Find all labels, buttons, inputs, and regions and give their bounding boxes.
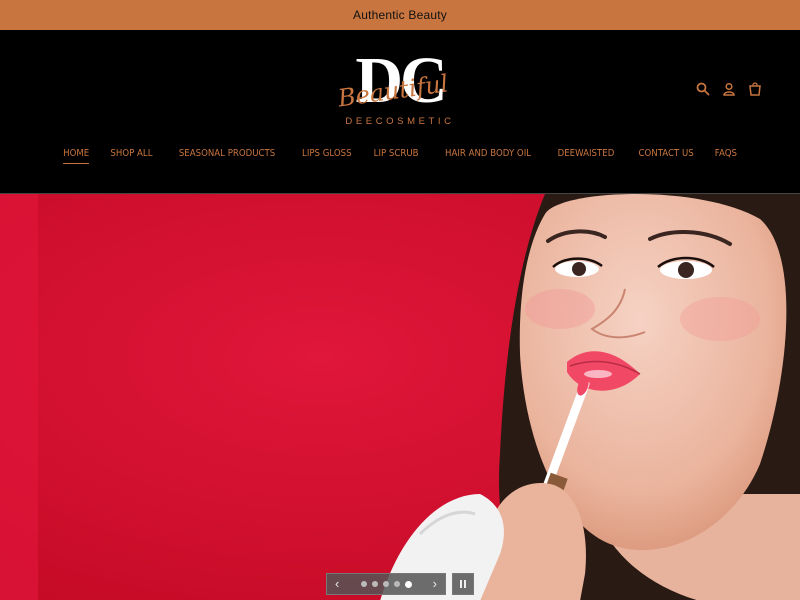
announcement-text: Authentic Beauty bbox=[353, 8, 447, 22]
nav-faqs[interactable]: FAQS bbox=[715, 146, 737, 164]
nav-lip-scrub[interactable]: LIP SCRUB bbox=[374, 146, 419, 164]
nav-lips-gloss[interactable]: LIPS GLOSS bbox=[302, 146, 352, 164]
cart-icon[interactable] bbox=[748, 82, 762, 96]
hero-image bbox=[0, 194, 800, 600]
main-nav: HOME SHOP ALL SEASONAL PRODUCTS LIPS GLO… bbox=[0, 146, 800, 164]
nav-home[interactable]: HOME bbox=[63, 146, 90, 164]
site-header: DC Beautiful DEECOSMETIC HOME SHOP ALL S… bbox=[0, 30, 800, 193]
account-icon[interactable] bbox=[722, 82, 736, 96]
slide-dot[interactable] bbox=[393, 581, 400, 587]
nav-deewaisted[interactable]: DEEWAISTED bbox=[557, 146, 614, 164]
nav-contact-us[interactable]: CONTACT US bbox=[638, 146, 693, 164]
logo[interactable]: DC Beautiful DEECOSMETIC bbox=[320, 48, 480, 133]
nav-hair-and-body-oil[interactable]: HAIR AND BODY OIL bbox=[445, 146, 531, 164]
announcement-bar: Authentic Beauty bbox=[0, 0, 800, 30]
logo-brand-name: DEECOSMETIC bbox=[345, 116, 455, 127]
slide-dot[interactable] bbox=[371, 581, 378, 587]
svg-text:Beautiful: Beautiful bbox=[335, 69, 450, 108]
slide-dots bbox=[360, 580, 412, 588]
nav-shop-all[interactable]: SHOP ALL bbox=[110, 146, 152, 164]
search-icon[interactable] bbox=[696, 82, 710, 96]
chevron-right-icon[interactable]: › bbox=[433, 574, 437, 594]
logo-script: Beautiful bbox=[335, 69, 450, 108]
hero-slideshow bbox=[0, 193, 800, 600]
slide-dot-active[interactable] bbox=[404, 580, 412, 588]
pause-button[interactable] bbox=[452, 573, 474, 595]
nav-seasonal-products[interactable]: SEASONAL PRODUCTS bbox=[179, 146, 275, 164]
slide-dot[interactable] bbox=[360, 581, 367, 587]
header-icons bbox=[696, 82, 762, 96]
pause-icon bbox=[460, 580, 462, 588]
slide-dot[interactable] bbox=[382, 581, 389, 587]
chevron-left-icon[interactable]: ‹ bbox=[335, 574, 339, 594]
slideshow-controls: ‹ › bbox=[326, 573, 446, 595]
